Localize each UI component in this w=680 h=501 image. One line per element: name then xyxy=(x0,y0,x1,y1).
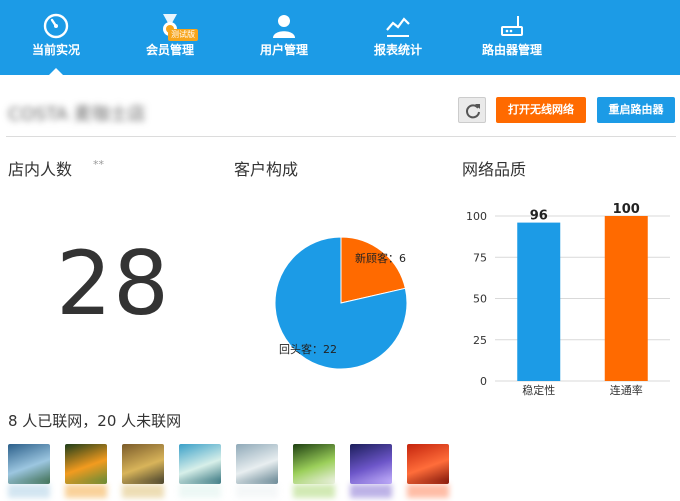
network-quality-bar-chart: 0 25 50 75 100 96 稳定性 100 连通率 xyxy=(466,202,670,397)
x-tick-label: 连通率 xyxy=(610,383,643,397)
avatar-reflection xyxy=(8,484,50,498)
device-avatar[interactable] xyxy=(407,444,449,498)
nav-label: 当前实况 xyxy=(31,43,80,57)
online-summary: 8 人已联网，20 人未联网 xyxy=(8,412,182,430)
nav-label: 用户管理 xyxy=(259,43,308,57)
refresh-icon xyxy=(466,104,480,119)
visitors-marker: ** xyxy=(93,158,104,171)
bar-0 xyxy=(517,222,561,381)
device-avatar[interactable] xyxy=(65,444,107,498)
nav-item-live[interactable]: 当前实况 xyxy=(16,0,96,75)
device-avatar[interactable] xyxy=(350,444,392,498)
nav-label: 会员管理 xyxy=(145,43,194,57)
avatar-reflection xyxy=(236,484,278,498)
refresh-button[interactable] xyxy=(458,97,486,123)
device-avatar[interactable] xyxy=(122,444,164,498)
avatar-reflection xyxy=(407,484,449,498)
composition-title: 客户构成 xyxy=(234,160,299,179)
y-tick-label: 100 xyxy=(466,210,487,223)
device-avatar[interactable] xyxy=(8,444,50,498)
bar-value-label: 96 xyxy=(530,209,548,224)
nav-item-reports[interactable]: 报表统计 xyxy=(358,0,438,75)
avatar-reflection xyxy=(293,484,335,498)
y-tick-label: 75 xyxy=(473,251,487,264)
router-icon xyxy=(501,16,523,36)
top-nav: 当前实况 会员管理 测试版 用户管理 报表统计 路由器管理 xyxy=(0,0,680,75)
bar-1 xyxy=(604,216,648,381)
avatar-reflection xyxy=(65,484,107,498)
device-avatar[interactable] xyxy=(236,444,278,498)
avatar-reflection xyxy=(350,484,392,498)
pie-label-1: 回头客：22 xyxy=(279,342,337,356)
header-divider xyxy=(6,136,676,137)
bar-value-label: 100 xyxy=(613,202,640,217)
quality-title: 网络品质 xyxy=(462,160,527,179)
customer-pie-chart: 新顾客：6 回头客：22 xyxy=(274,236,408,370)
trial-badge: 测试版 xyxy=(168,29,198,41)
device-avatar[interactable] xyxy=(293,444,335,498)
nav-item-users[interactable]: 用户管理 xyxy=(244,0,324,75)
speedometer-icon xyxy=(43,13,69,39)
visitor-count: 28 xyxy=(56,232,170,335)
nav-item-router[interactable]: 路由器管理 xyxy=(472,0,552,75)
device-avatar[interactable] xyxy=(179,444,221,498)
avatar-reflection xyxy=(179,484,221,498)
y-tick-label: 0 xyxy=(480,375,487,388)
y-tick-label: 50 xyxy=(473,293,487,306)
avatar-reflection xyxy=(122,484,164,498)
store-name: COSTA 麦咖士店 xyxy=(8,104,146,125)
nav-label: 路由器管理 xyxy=(481,43,542,57)
pie-label-0: 新顾客：6 xyxy=(355,251,406,265)
visitors-title: 店内人数 xyxy=(8,160,73,179)
nav-label: 报表统计 xyxy=(373,43,422,57)
user-icon xyxy=(273,15,295,38)
open-wifi-button[interactable]: 打开无线网络 xyxy=(496,97,586,123)
reboot-router-button[interactable]: 重启路由器 xyxy=(597,97,675,123)
x-tick-label: 稳定性 xyxy=(522,383,555,397)
y-tick-label: 25 xyxy=(473,334,487,347)
line-chart-icon xyxy=(386,17,410,37)
